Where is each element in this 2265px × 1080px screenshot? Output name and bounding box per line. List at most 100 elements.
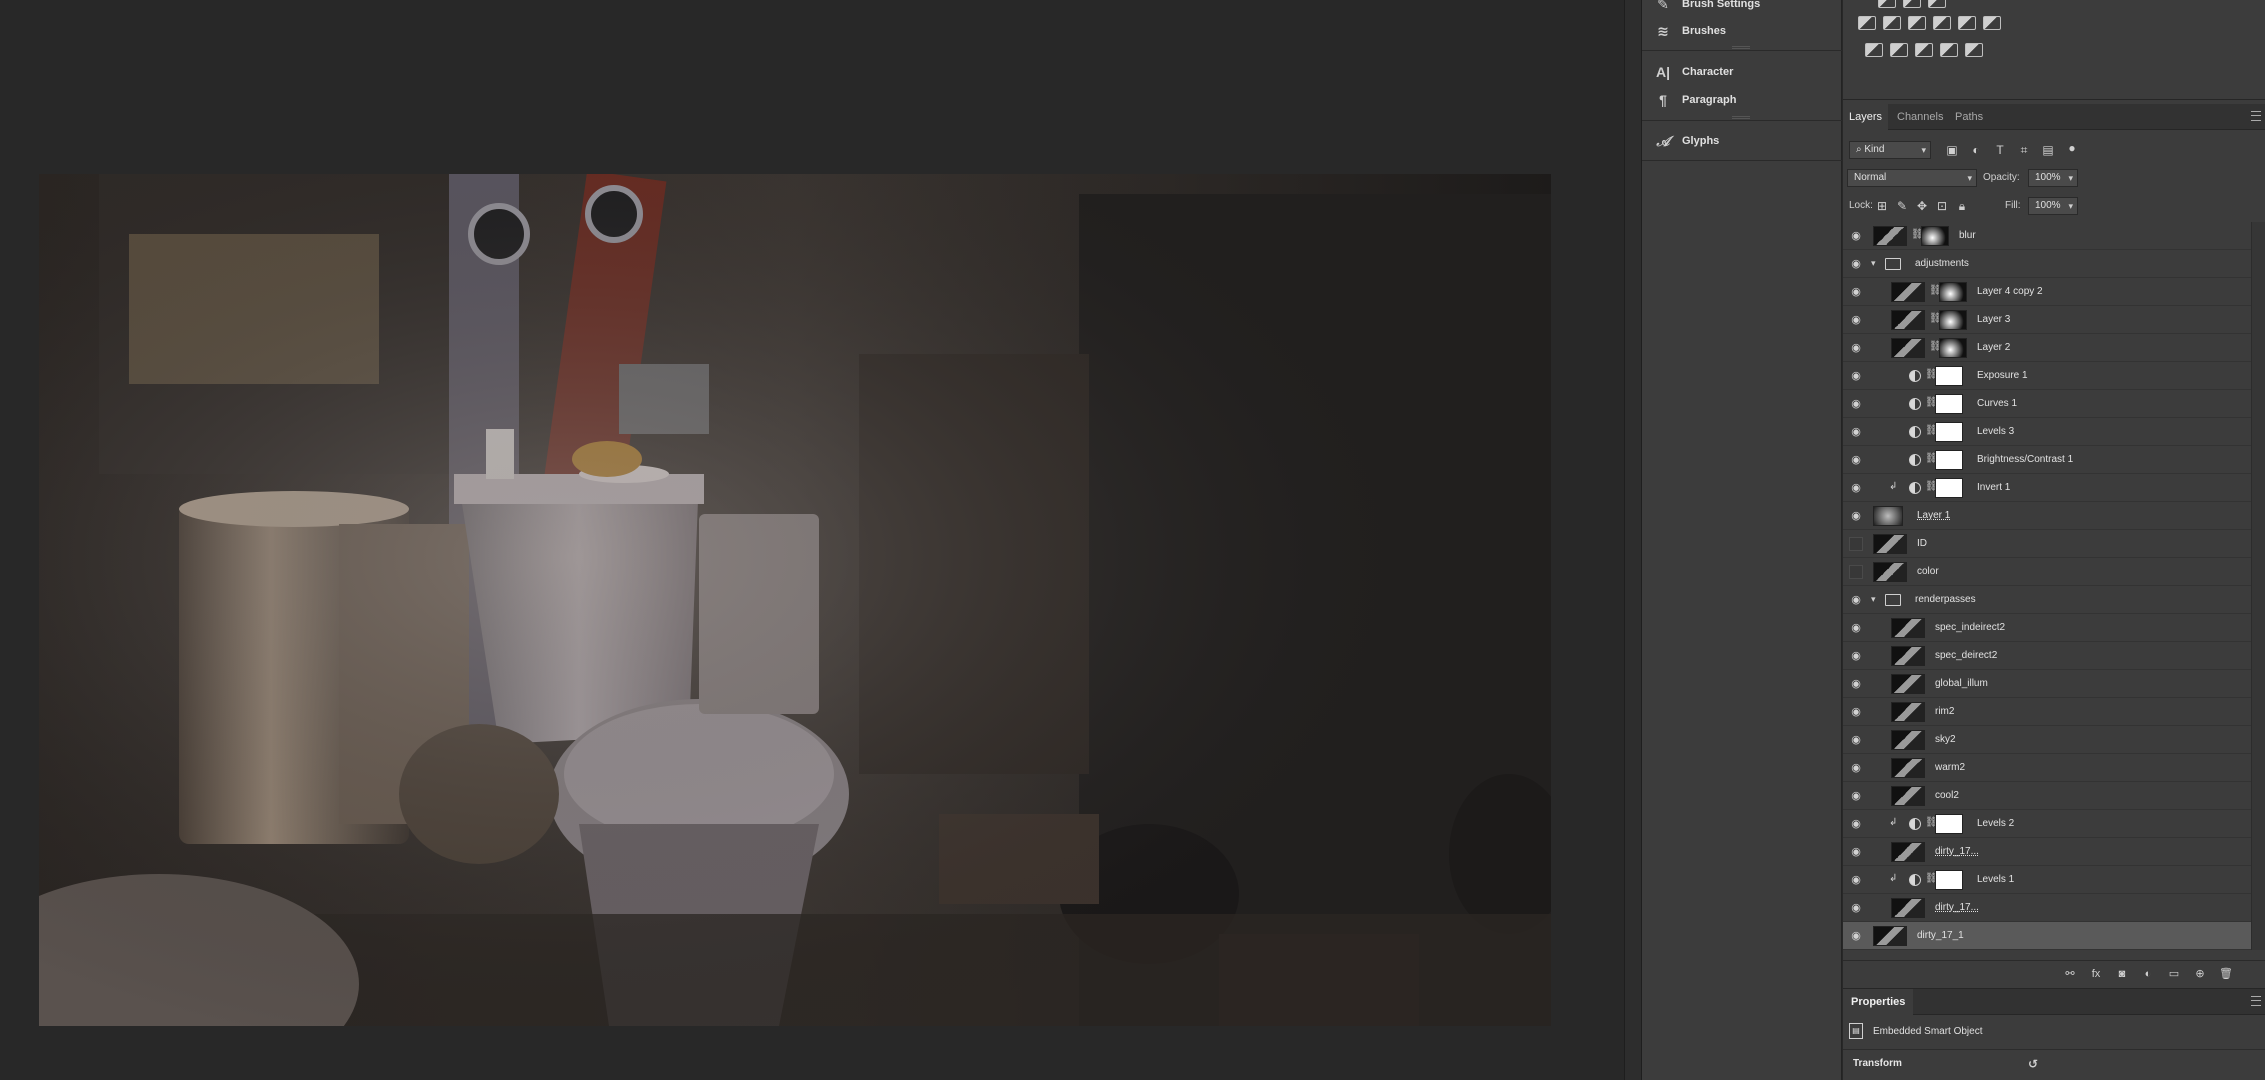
mask-link-icon[interactable]: ⛓ bbox=[1925, 397, 1938, 408]
pixel-filter-icon[interactable]: ▣ bbox=[1945, 143, 1959, 157]
layer-name[interactable]: Invert 1 bbox=[1977, 474, 2010, 502]
layer-name[interactable]: Layer 1 bbox=[1917, 502, 1950, 530]
layer-name[interactable]: Exposure 1 bbox=[1977, 362, 2028, 390]
panel-group-grip[interactable] bbox=[1732, 46, 1750, 49]
layer-row[interactable]: ◉ spec_indeirect2 bbox=[1843, 614, 2251, 642]
layer-thumbnail[interactable] bbox=[1891, 730, 1925, 750]
paragraph-panel-button[interactable]: ¶ Paragraph bbox=[1654, 89, 1736, 111]
visibility-eye-icon[interactable]: ◉ bbox=[1849, 258, 1863, 270]
layer-name[interactable]: Levels 1 bbox=[1977, 866, 2014, 894]
visibility-eye-icon[interactable]: ◉ bbox=[1849, 314, 1863, 326]
visibility-eye-icon[interactable]: ◉ bbox=[1849, 650, 1863, 662]
mask-link-icon[interactable]: ⛓ bbox=[1925, 453, 1938, 464]
new-layer-icon[interactable]: ⊕ bbox=[2193, 967, 2207, 981]
layer-group-row[interactable]: ◉ ▾ adjustments bbox=[1843, 250, 2251, 278]
tab-paths[interactable]: Paths bbox=[1949, 104, 1989, 130]
mask-link-icon[interactable]: ⛓ bbox=[1925, 369, 1938, 380]
filter-toggle-icon[interactable]: ● bbox=[2065, 141, 2079, 155]
visibility-eye-icon[interactable]: ◉ bbox=[1849, 734, 1863, 746]
layer-name[interactable]: warm2 bbox=[1935, 754, 1965, 782]
layer-name[interactable]: blur bbox=[1959, 222, 1976, 250]
reset-transform-icon[interactable]: ↺ bbox=[2028, 1057, 2038, 1071]
layer-row[interactable]: ◉ sky2 bbox=[1843, 726, 2251, 754]
layer-name[interactable]: Layer 4 copy 2 bbox=[1977, 278, 2043, 306]
layer-mask-thumbnail[interactable] bbox=[1935, 814, 1963, 834]
layer-row[interactable]: ◉ ↲ ⛓ Levels 1 bbox=[1843, 866, 2251, 894]
visibility-eye-icon[interactable]: ◉ bbox=[1849, 342, 1863, 354]
visibility-eye-icon[interactable]: ◉ bbox=[1849, 230, 1863, 242]
adjustment-preset-icon[interactable] bbox=[1878, 0, 1896, 8]
adjustment-filter-icon[interactable]: ◐ bbox=[1969, 143, 1983, 157]
layer-name[interactable]: Layer 2 bbox=[1977, 334, 2010, 362]
group-expand-icon[interactable]: ▾ bbox=[1871, 594, 1876, 605]
color-lookup-icon[interactable] bbox=[1983, 16, 2001, 30]
mask-link-icon[interactable]: ⛓ bbox=[1929, 341, 1942, 352]
layer-name[interactable]: Curves 1 bbox=[1977, 390, 2017, 418]
visibility-eye-icon[interactable]: ◉ bbox=[1849, 902, 1863, 914]
layer-name[interactable]: color bbox=[1917, 558, 1939, 586]
panel-group-grip[interactable] bbox=[1732, 116, 1750, 119]
layer-name[interactable]: rim2 bbox=[1935, 698, 1954, 726]
black-white-icon[interactable] bbox=[1933, 16, 1951, 30]
smart-object-filter-icon[interactable]: ▤ bbox=[2041, 143, 2055, 157]
layers-list[interactable]: ◉ ⛓ blur ◉ ▾ adjustments ◉ ⛓ Layer 4 copy 2 ◉ ⛓ Lay… bbox=[1843, 222, 2251, 950]
panel-menu-icon[interactable] bbox=[2251, 996, 2261, 1006]
mask-link-icon[interactable]: ⛓ bbox=[1925, 425, 1938, 436]
lock-artboard-icon[interactable]: ⊡ bbox=[1935, 199, 1949, 213]
fx-icon[interactable]: fx bbox=[2089, 967, 2103, 981]
visibility-eye-icon[interactable]: ◉ bbox=[1849, 706, 1863, 718]
layers-scrollbar[interactable] bbox=[2251, 222, 2265, 950]
layer-mask-thumbnail[interactable] bbox=[1935, 394, 1963, 414]
layer-name[interactable]: global_illum bbox=[1935, 670, 1988, 698]
layer-thumbnail[interactable] bbox=[1891, 338, 1925, 358]
brush-settings-panel-button[interactable]: ✎ Brush Settings bbox=[1654, 0, 1760, 15]
layer-name[interactable]: dirty_17_1 bbox=[1917, 922, 1964, 950]
adjustment-preset-icon[interactable] bbox=[1928, 0, 1946, 8]
layer-row[interactable]: ◉ ⛓ Brightness/Contrast 1 bbox=[1843, 446, 2251, 474]
layer-thumbnail[interactable] bbox=[1873, 506, 1903, 526]
mask-link-icon[interactable]: ⛓ bbox=[1911, 229, 1924, 240]
layer-row[interactable]: ◉ ⛓ Exposure 1 bbox=[1843, 362, 2251, 390]
layer-row[interactable]: ◉ ⛓ Curves 1 bbox=[1843, 390, 2251, 418]
vibrance-icon[interactable] bbox=[1858, 16, 1876, 30]
layer-name[interactable]: dirty_17... bbox=[1935, 894, 1979, 922]
visibility-eye-icon[interactable]: ◉ bbox=[1849, 874, 1863, 886]
hue-saturation-icon[interactable] bbox=[1883, 16, 1901, 30]
layer-thumbnail[interactable] bbox=[1891, 618, 1925, 638]
lock-transparent-icon[interactable]: ⊞ bbox=[1875, 199, 1889, 213]
selective-color-icon[interactable] bbox=[1940, 43, 1958, 57]
layer-row[interactable]: ◉ ⛓ Layer 4 copy 2 bbox=[1843, 278, 2251, 306]
layer-mask-thumbnail[interactable] bbox=[1939, 338, 1967, 358]
document-image[interactable] bbox=[39, 174, 1551, 1026]
layer-thumbnail[interactable] bbox=[1891, 674, 1925, 694]
layer-thumbnail[interactable] bbox=[1891, 282, 1925, 302]
layer-thumbnail[interactable] bbox=[1891, 758, 1925, 778]
visibility-eye-icon[interactable]: ◉ bbox=[1849, 398, 1863, 410]
layer-row[interactable]: ◉ global_illum bbox=[1843, 670, 2251, 698]
glyphs-panel-button[interactable]: 𝒜 Glyphs bbox=[1654, 130, 1719, 152]
layer-mask-thumbnail[interactable] bbox=[1939, 310, 1967, 330]
adjustment-preset-icon[interactable] bbox=[1903, 0, 1921, 8]
blend-mode-dropdown[interactable]: Normal ▾ bbox=[1847, 169, 1977, 187]
visibility-eye-icon[interactable]: ◉ bbox=[1849, 510, 1863, 522]
filter-kind-dropdown[interactable]: ⌕ Kind ▾ bbox=[1849, 141, 1931, 159]
layer-row[interactable]: ◉ dirty_17... bbox=[1843, 894, 2251, 922]
visibility-eye-icon[interactable]: ◉ bbox=[1849, 678, 1863, 690]
layer-row[interactable]: ◉ Layer 1 bbox=[1843, 502, 2251, 530]
panel-menu-icon[interactable] bbox=[2251, 111, 2261, 121]
layer-row[interactable]: ◉ ⛓ Levels 3 bbox=[1843, 418, 2251, 446]
lock-all-icon[interactable]: 🔒︎ bbox=[1955, 199, 1969, 213]
visibility-eye-icon[interactable]: ◉ bbox=[1849, 622, 1863, 634]
layer-row[interactable]: color bbox=[1843, 558, 2251, 586]
color-balance-icon[interactable] bbox=[1908, 16, 1926, 30]
transform-section[interactable]: Transform ↺ bbox=[1843, 1049, 2265, 1080]
mask-link-icon[interactable]: ⛓ bbox=[1925, 873, 1938, 884]
visibility-eye-icon[interactable]: ◉ bbox=[1849, 594, 1863, 606]
new-adjustment-icon[interactable]: ◐ bbox=[2141, 967, 2155, 981]
layer-thumbnail[interactable] bbox=[1891, 786, 1925, 806]
layer-name[interactable]: Levels 2 bbox=[1977, 810, 2014, 838]
canvas-area[interactable] bbox=[0, 0, 1624, 1080]
layer-row[interactable]: ◉ rim2 bbox=[1843, 698, 2251, 726]
brushes-panel-button[interactable]: ≋ Brushes bbox=[1654, 20, 1726, 42]
layer-thumbnail[interactable] bbox=[1891, 702, 1925, 722]
